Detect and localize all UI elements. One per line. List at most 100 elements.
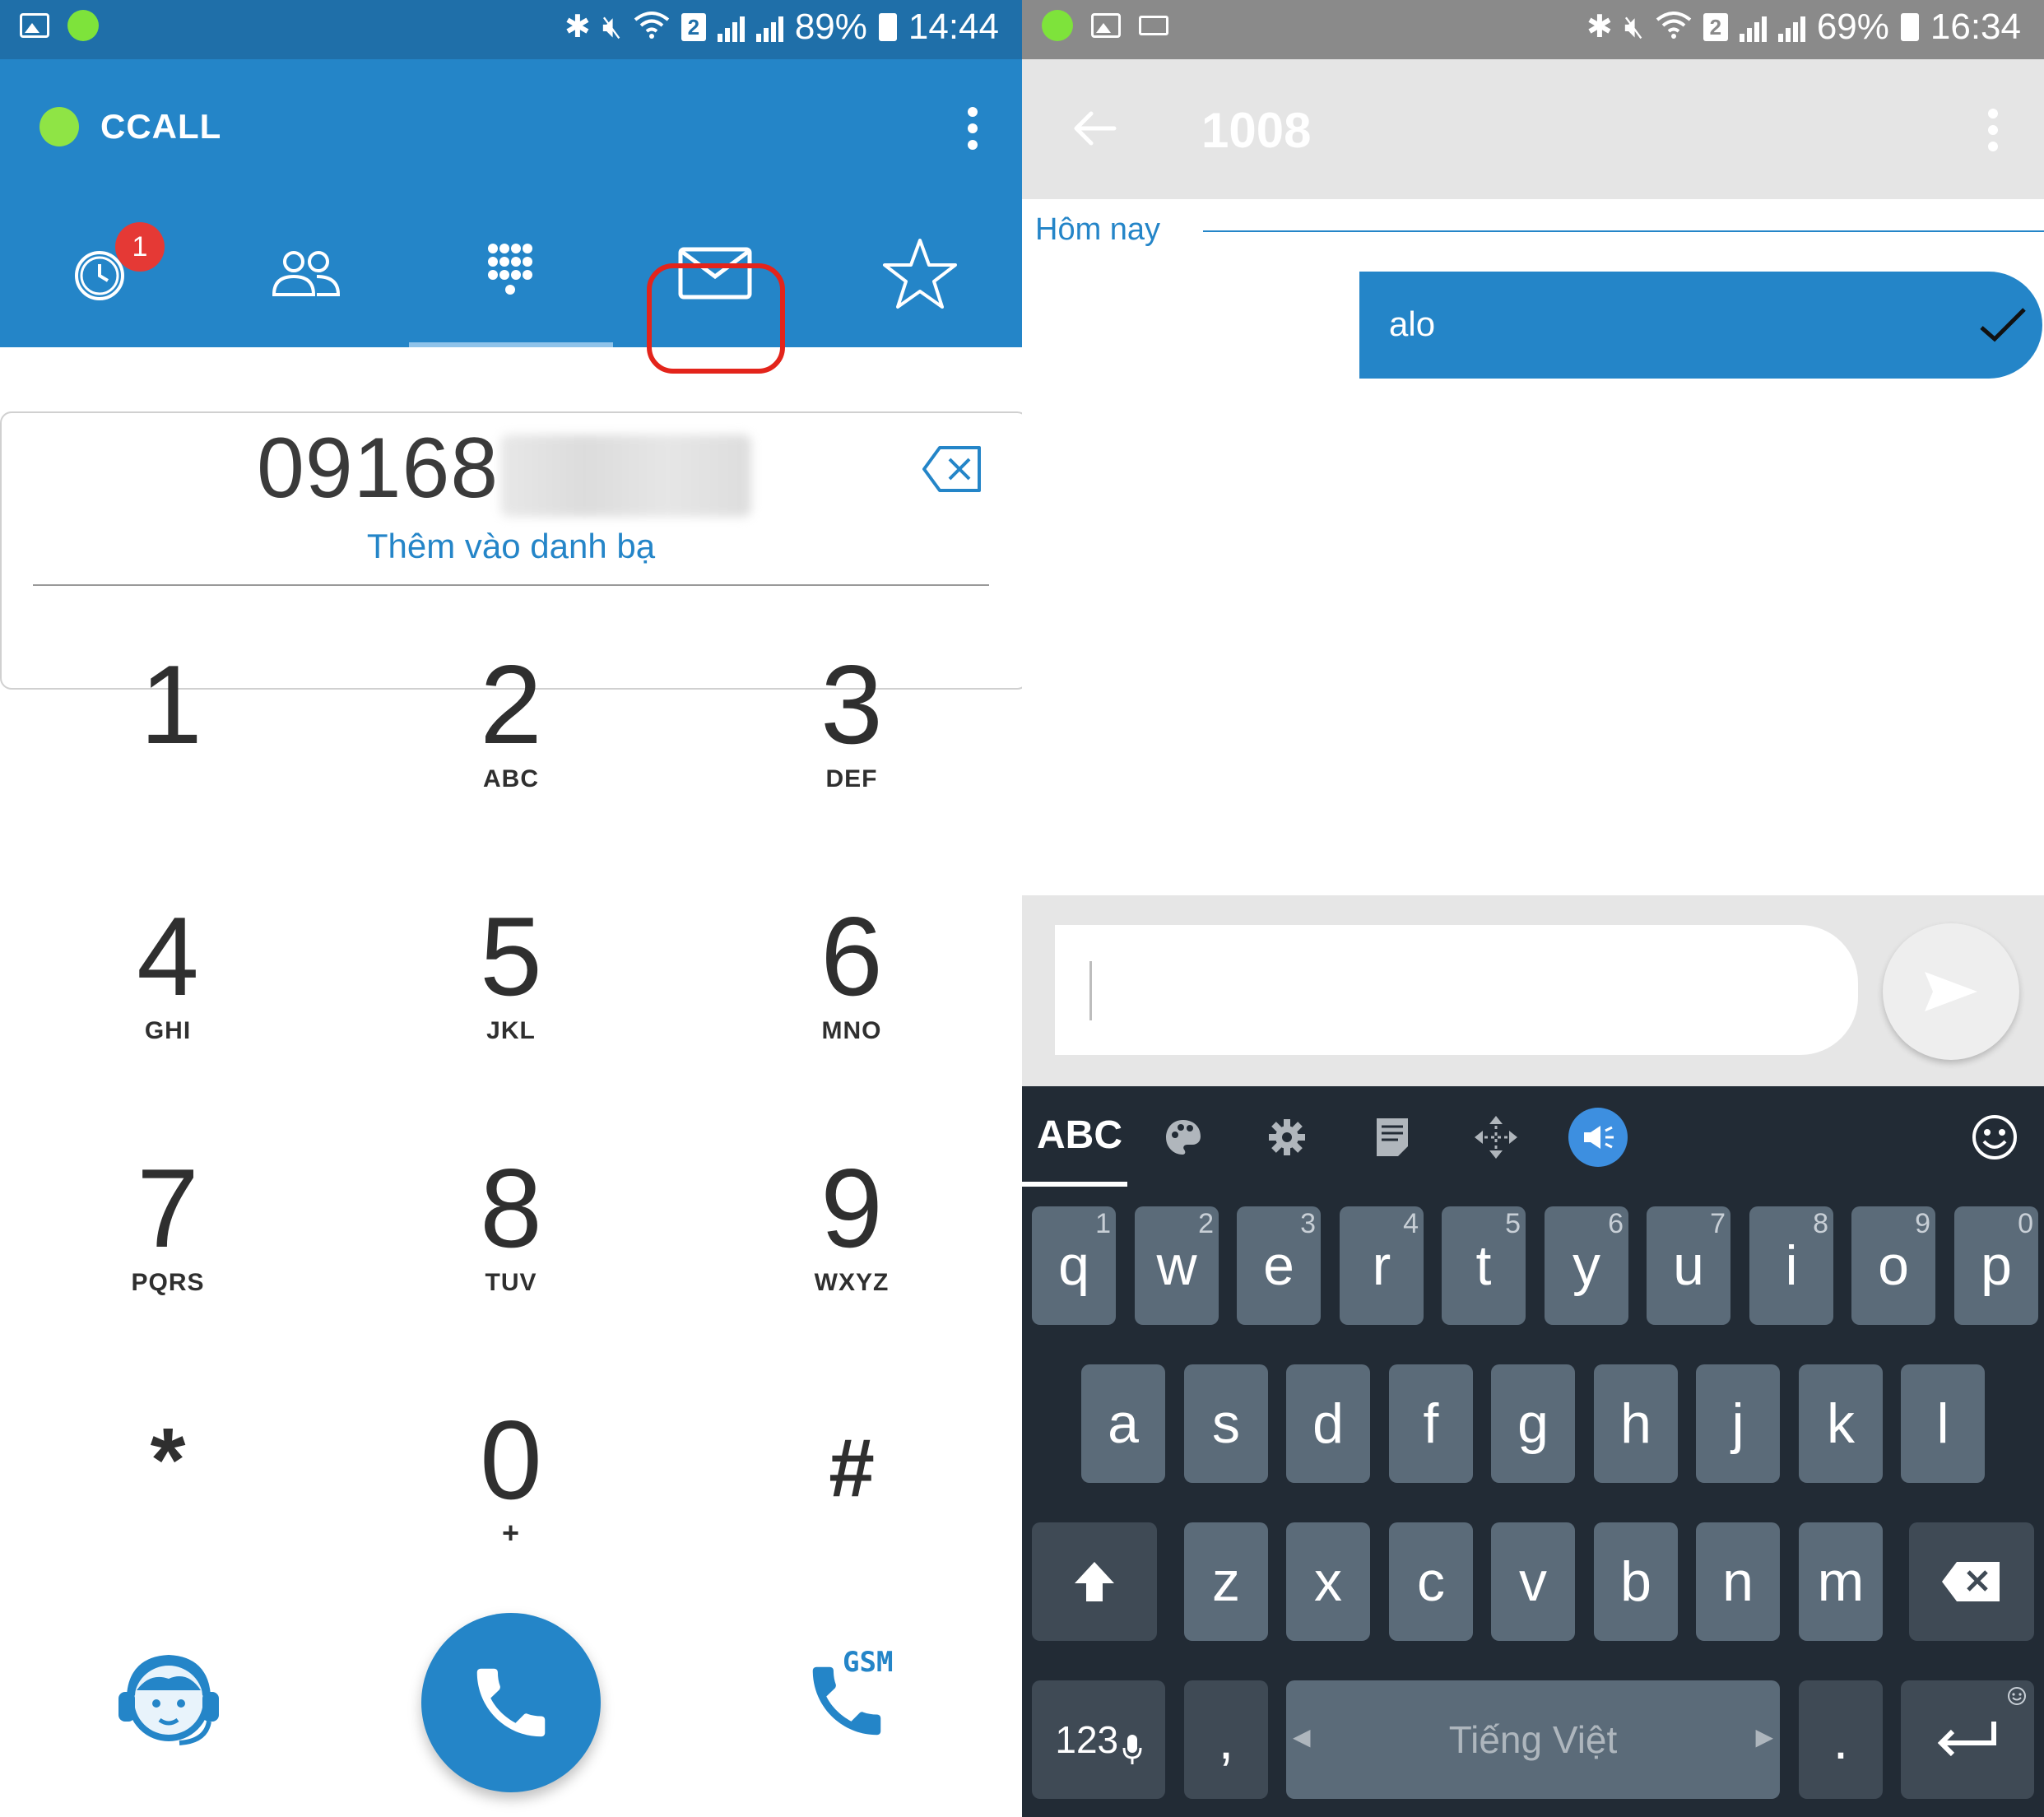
signal-icon-2 [755, 12, 783, 42]
microphone-icon [1122, 1734, 1142, 1764]
keyboard-toolbar: ABC [1022, 1086, 2044, 1188]
key-star[interactable]: * [61, 1415, 275, 1511]
tab-favorites[interactable] [818, 199, 1022, 347]
key-x[interactable]: x [1286, 1522, 1370, 1641]
key-0[interactable]: 0 + [404, 1404, 618, 1550]
key-5[interactable]: 5 JKL [404, 900, 618, 1045]
key-w[interactable]: 2w [1135, 1206, 1219, 1325]
status-bar: ✱ 🔇︎ 2 69% 16:34 [1022, 0, 2044, 59]
key-6[interactable]: 6 MNO [745, 900, 959, 1045]
numbers-mic-key[interactable]: 123 [1032, 1680, 1165, 1799]
key-v[interactable]: v [1491, 1522, 1575, 1641]
tab-dialpad[interactable] [409, 199, 613, 347]
missed-calls-badge: 1 [115, 222, 165, 272]
gsm-call-button[interactable]: GSM [801, 1646, 908, 1745]
add-to-contacts-link[interactable]: Thêm vào danh bạ [0, 527, 1022, 566]
key-s[interactable]: s [1184, 1364, 1268, 1483]
support-agent-icon[interactable] [107, 1646, 230, 1757]
message-text: alo [1389, 304, 1436, 343]
messages-tab-highlight [647, 263, 785, 374]
online-status-icon [39, 107, 79, 146]
key-h[interactable]: h [1594, 1364, 1678, 1483]
key-y[interactable]: 6y [1545, 1206, 1628, 1325]
key-3[interactable]: 3 DEF [745, 648, 959, 793]
overflow-menu-icon[interactable] [968, 107, 979, 150]
send-button[interactable] [1883, 923, 2019, 1060]
key-g[interactable]: g [1491, 1364, 1575, 1483]
key-1[interactable]: 1 [64, 648, 278, 765]
key-z[interactable]: z [1184, 1522, 1268, 1641]
clock: 14:44 [908, 7, 999, 47]
key-hash[interactable]: # [745, 1427, 959, 1514]
dialpad-icon [488, 244, 532, 295]
app-title: CCALL [100, 107, 222, 146]
keyboard-mode-tab[interactable]: ABC [1037, 1113, 1122, 1158]
key-8[interactable]: 8 TUV [404, 1152, 618, 1297]
signal-icon [717, 12, 745, 42]
dialed-number[interactable]: 09168 [257, 420, 499, 518]
key-2[interactable]: 2 ABC [404, 648, 618, 793]
key-p[interactable]: 0p [1954, 1206, 2038, 1325]
palette-icon[interactable] [1157, 1111, 1210, 1164]
app-notification-icon [67, 10, 99, 41]
mute-icon: 🔇︎ [1624, 10, 1644, 44]
emoji-small-icon [2008, 1687, 2026, 1705]
key-c[interactable]: c [1389, 1522, 1473, 1641]
key-9[interactable]: 9 WXYZ [745, 1152, 959, 1297]
voice-announce-icon[interactable] [1568, 1108, 1628, 1167]
call-button[interactable] [421, 1613, 601, 1792]
bluetooth-icon: ✱ [1586, 10, 1613, 44]
period-key[interactable]: . [1799, 1680, 1883, 1799]
gallery-notification-icon [1091, 13, 1121, 38]
settings-gear-icon[interactable] [1261, 1111, 1313, 1164]
key-f[interactable]: f [1389, 1364, 1473, 1483]
key-r[interactable]: 4r [1340, 1206, 1424, 1325]
text-caret [1089, 961, 1092, 1020]
keyboard-backspace-key[interactable] [1909, 1522, 2034, 1641]
battery-icon [1900, 13, 1919, 41]
message-screen: ✱ 🔇︎ 2 69% 16:34 1008 Hôm nay alo ABC 1 … [1022, 0, 2044, 1817]
mute-icon: 🔇︎ [602, 10, 622, 44]
sim-badge: 2 [1703, 13, 1728, 41]
status-bar: ✱ 🔇︎ 2 89% 14:44 [0, 0, 1022, 59]
backspace-icon[interactable] [922, 444, 984, 498]
clipboard-icon[interactable] [1366, 1111, 1419, 1164]
key-k[interactable]: k [1799, 1364, 1883, 1483]
star-icon [883, 239, 957, 309]
shift-key[interactable] [1032, 1522, 1157, 1641]
key-j[interactable]: j [1696, 1364, 1780, 1483]
signal-icon [1739, 12, 1767, 42]
wifi-icon [1656, 10, 1692, 45]
key-a[interactable]: a [1081, 1364, 1165, 1483]
sent-message-bubble[interactable]: alo [1359, 272, 2042, 379]
key-t[interactable]: 5t [1442, 1206, 1526, 1325]
tab-contacts[interactable] [204, 199, 408, 347]
key-d[interactable]: d [1286, 1364, 1370, 1483]
key-b[interactable]: b [1594, 1522, 1678, 1641]
key-q[interactable]: 1q [1032, 1206, 1116, 1325]
enter-key[interactable] [1901, 1680, 2034, 1799]
sim-badge: 2 [681, 13, 706, 41]
key-n[interactable]: n [1696, 1522, 1780, 1641]
enter-arrow-icon [1937, 1722, 1996, 1757]
key-7[interactable]: 7 PQRS [61, 1152, 275, 1297]
date-separator-line [1203, 230, 2044, 232]
app-bar: CCALL 1 [0, 59, 1022, 374]
key-l[interactable]: l [1901, 1364, 1985, 1483]
space-key[interactable]: ◀ Tiếng Việt ▶ [1286, 1680, 1780, 1799]
key-u[interactable]: 7u [1647, 1206, 1730, 1325]
key-i[interactable]: 8i [1749, 1206, 1833, 1325]
overflow-menu-icon[interactable] [1988, 109, 2000, 151]
message-input[interactable] [1055, 925, 1858, 1055]
send-icon [1925, 972, 1977, 1011]
tab-recents[interactable]: 1 [0, 199, 204, 347]
comma-key[interactable]: , [1184, 1680, 1268, 1799]
key-o[interactable]: 9o [1851, 1206, 1935, 1325]
key-e[interactable]: 3e [1237, 1206, 1321, 1325]
delivered-check-icon [1978, 306, 2028, 348]
move-keyboard-icon[interactable] [1470, 1111, 1522, 1164]
back-arrow-icon[interactable] [1071, 110, 1117, 151]
key-4[interactable]: 4 GHI [61, 900, 275, 1045]
emoji-icon[interactable] [1968, 1111, 2021, 1164]
key-m[interactable]: m [1799, 1522, 1883, 1641]
